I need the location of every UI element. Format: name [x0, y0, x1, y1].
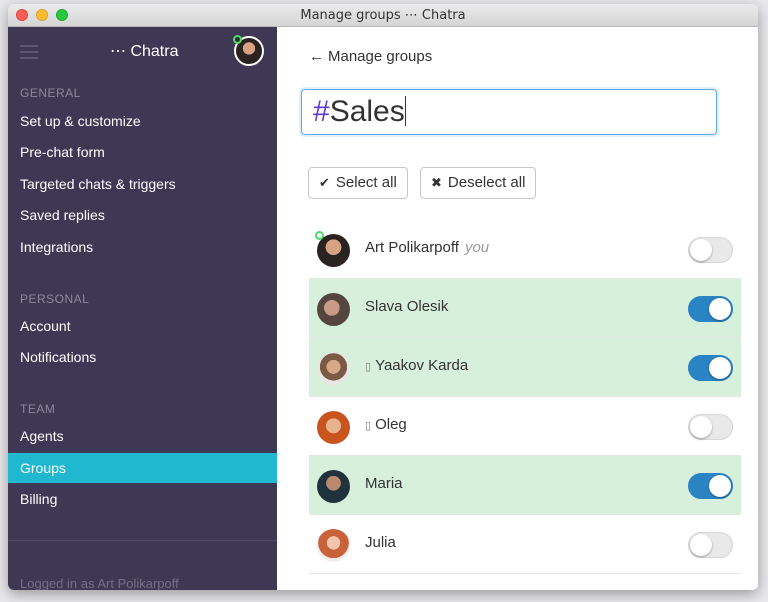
online-status-icon: [233, 35, 242, 44]
phone-icon: ▯: [365, 361, 372, 373]
back-link[interactable]: ← Manage groups: [309, 48, 432, 65]
user-avatar[interactable]: [233, 35, 264, 66]
member-row: Slava Olesik: [309, 279, 741, 338]
check-icon: ✔: [319, 175, 330, 190]
member-row: Art Polikarpoff you: [309, 220, 741, 279]
title-bar: Manage groups ⋯ Chatra: [8, 4, 758, 27]
sidebar-item-notifications[interactable]: Notifications: [8, 342, 277, 372]
member-name: Maria: [365, 475, 403, 492]
member-name: Art Polikarpoff you: [365, 239, 490, 256]
member-row: ▯ Oleg: [309, 397, 741, 456]
hash-prefix: #: [313, 95, 330, 128]
member-toggle[interactable]: [688, 414, 733, 440]
member-toggle[interactable]: [688, 296, 733, 322]
member-toggle[interactable]: [688, 355, 733, 381]
sidebar-item-targeted-chats[interactable]: Targeted chats & triggers: [8, 169, 277, 199]
sidebar-divider: [8, 540, 277, 541]
group-name-input[interactable]: #Sales: [301, 89, 717, 135]
sidebar-item-integrations[interactable]: Integrations: [8, 232, 277, 262]
toggle-knob: [690, 416, 712, 438]
app-window: Manage groups ⋯ Chatra ⋯ Chatra GENERAL …: [8, 4, 758, 590]
section-heading-team: TEAM: [20, 402, 56, 416]
select-all-label: Select all: [335, 174, 397, 191]
toggle-knob: [709, 475, 731, 497]
toggle-knob: [690, 534, 712, 556]
member-row: Julia: [309, 515, 741, 574]
member-avatar: [317, 352, 350, 385]
sidebar-item-account[interactable]: Account: [8, 311, 277, 341]
toggle-knob: [709, 298, 731, 320]
toggle-knob: [709, 357, 731, 379]
member-name: ▯ Oleg: [365, 416, 407, 433]
deselect-all-label: Deselect all: [447, 174, 526, 191]
sidebar-item-agents[interactable]: Agents: [8, 421, 277, 451]
member-avatar: [315, 231, 350, 267]
window-title: Manage groups ⋯ Chatra: [300, 8, 466, 23]
member-row: ▯ Yaakov Karda: [309, 338, 741, 397]
sidebar: ⋯ Chatra GENERAL Set up & customize Pre-…: [8, 27, 277, 590]
member-avatar: [317, 529, 350, 562]
member-avatar: [317, 293, 350, 326]
sidebar-item-saved-replies[interactable]: Saved replies: [8, 200, 277, 230]
member-toggle[interactable]: [688, 237, 733, 263]
toggle-knob: [690, 239, 712, 261]
group-name-value: Sales: [329, 95, 405, 128]
brand-name: ⋯ Chatra: [110, 43, 179, 60]
sidebar-item-prechat-form[interactable]: Pre-chat form: [8, 137, 277, 167]
online-status-icon: [315, 231, 324, 240]
section-heading-general: GENERAL: [20, 86, 81, 100]
sidebar-item-groups[interactable]: Groups: [8, 453, 277, 483]
main-panel: ← Manage groups #Sales ✔ Select all ✖ Desel…: [277, 27, 758, 590]
x-icon: ✖: [431, 175, 442, 190]
sidebar-item-setup[interactable]: Set up & customize: [8, 106, 277, 136]
you-tag: you: [464, 239, 490, 256]
back-label: Manage groups: [328, 48, 433, 65]
hamburger-icon[interactable]: [20, 45, 38, 63]
member-avatar: [317, 470, 350, 503]
member-name: Julia: [365, 534, 396, 551]
member-name: ▯ Yaakov Karda: [365, 357, 469, 374]
text-caret: [404, 96, 406, 126]
member-name: Slava Olesik: [365, 298, 449, 315]
arrow-left-icon: ←: [309, 48, 324, 65]
sidebar-item-billing[interactable]: Billing: [8, 484, 277, 514]
member-toggle[interactable]: [688, 532, 733, 558]
deselect-all-button[interactable]: ✖ Deselect all: [420, 167, 537, 199]
member-row: Maria: [309, 456, 741, 515]
logged-in-text: Logged in as Art Polikarpoff: [20, 576, 179, 590]
member-toggle[interactable]: [688, 473, 733, 499]
phone-icon: ▯: [365, 420, 372, 432]
section-heading-personal: PERSONAL: [20, 292, 90, 306]
member-avatar: [317, 411, 350, 444]
select-all-button[interactable]: ✔ Select all: [308, 167, 408, 199]
